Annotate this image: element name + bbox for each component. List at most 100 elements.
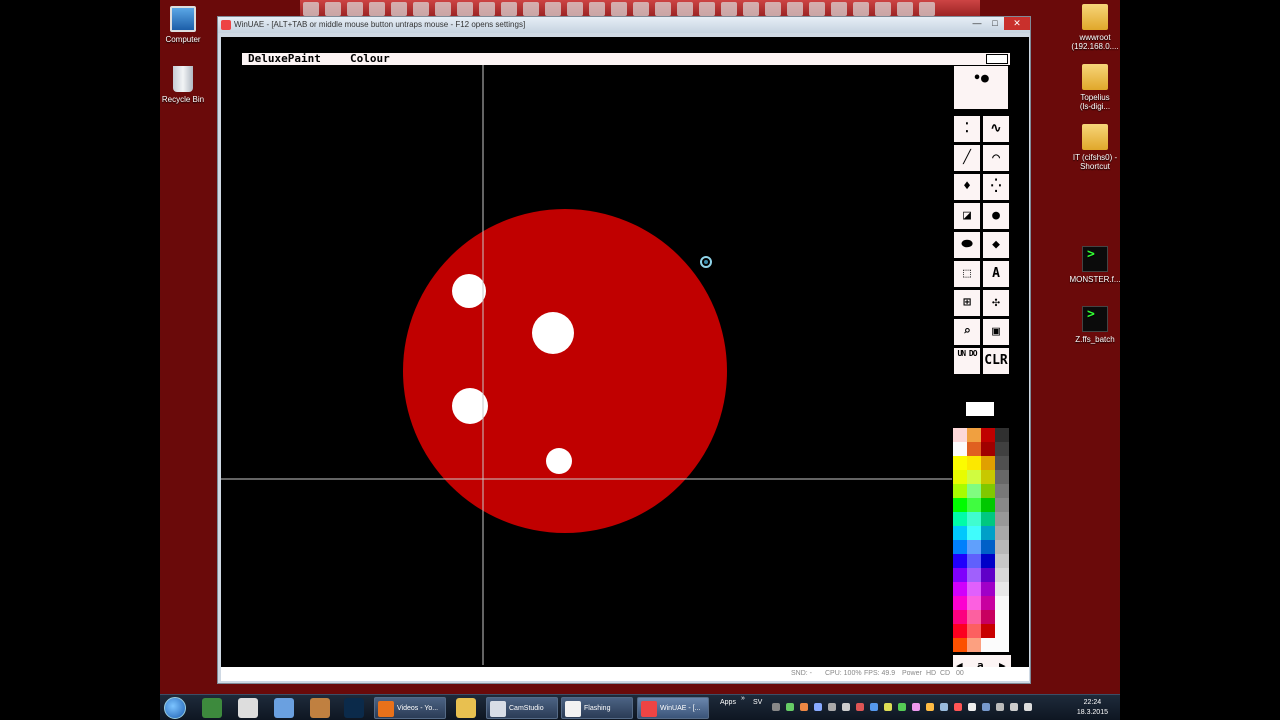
palette-swatch[interactable] [995,442,1009,456]
palette-swatch[interactable] [995,526,1009,540]
palette-swatch[interactable] [953,498,967,512]
desktop-icon-wwwroot[interactable]: wwwroot (192.168.0.... [1060,4,1120,51]
palette-swatch[interactable] [995,596,1009,610]
palette-swatch[interactable] [967,512,981,526]
palette-swatch[interactable] [953,624,967,638]
palette-swatch[interactable] [981,526,995,540]
tool-zoom[interactable]: ▣ [982,318,1010,346]
palette-swatch[interactable] [967,428,981,442]
pinned-app-icon[interactable] [274,698,294,718]
palette-swatch[interactable] [981,512,995,526]
palette-swatch[interactable] [967,582,981,596]
palette-swatch[interactable] [953,596,967,610]
screen-depth-gadget-icon[interactable] [986,54,1008,64]
tray-icon[interactable] [870,703,878,711]
tool-rectangle[interactable]: ◪ [953,202,981,230]
window-titlebar[interactable]: WinUAE - [ALT+TAB or middle mouse button… [218,17,1030,33]
tray-icon[interactable] [814,703,822,711]
tool-symmetry[interactable]: ✣ [982,289,1010,317]
palette-swatch[interactable] [953,456,967,470]
maximize-button[interactable]: □ [986,17,1004,30]
pinned-app-icon[interactable] [202,698,222,718]
tray-icon[interactable] [856,703,864,711]
toolbar-overflow-button[interactable]: » [741,695,745,702]
minimize-button[interactable]: — [968,17,986,30]
tool-text[interactable]: A [982,260,1010,288]
palette-swatch[interactable] [981,624,995,638]
menu-colour[interactable]: Colour [350,53,390,65]
menu-app-title[interactable]: DeluxePaint [248,53,321,65]
palette-swatch[interactable] [967,638,981,652]
apps-toolbar-label[interactable]: Apps [720,699,736,706]
tool-polygon[interactable]: ◆ [982,231,1010,259]
start-button[interactable] [164,697,186,719]
palette-swatch[interactable] [967,526,981,540]
palette-swatch[interactable] [967,484,981,498]
tool-dotted-freehand[interactable]: ⁚ [953,115,981,143]
tool-clear[interactable]: CLR [982,347,1010,375]
palette-swatch[interactable] [981,610,995,624]
palette-swatch[interactable] [953,484,967,498]
palette-swatch[interactable] [995,428,1009,442]
pinned-app-icon[interactable] [310,698,330,718]
palette-swatch[interactable] [995,498,1009,512]
desktop-icon-ffs-batch[interactable]: > Z.ffs_batch [1060,306,1120,344]
tray-icon[interactable] [912,703,920,711]
network-icon[interactable] [1024,703,1032,711]
drawing-canvas[interactable] [221,65,952,665]
tray-icon[interactable] [954,703,962,711]
language-indicator[interactable]: SV [753,699,762,706]
palette-swatch[interactable] [995,470,1009,484]
palette-swatch[interactable] [953,470,967,484]
dpaint-menubar[interactable]: DeluxePaint Colour [242,53,1010,65]
amiga-screen[interactable]: DeluxePaint Colour •● ⁚ ∿ ╱ ⌒ ♦ ⁛ ◪ ● ⬬ ◆ ⬚ A ⊞ ✣ ⌕ ▣ UN … [221,37,1029,679]
tool-brush-sizes[interactable]: •● [953,65,1009,110]
palette-swatch[interactable] [953,568,967,582]
palette-swatch[interactable] [981,554,995,568]
palette-swatch[interactable] [981,470,995,484]
palette-swatch[interactable] [981,638,995,652]
palette-swatch[interactable] [995,456,1009,470]
palette-swatch[interactable] [953,526,967,540]
palette-swatch[interactable] [995,624,1009,638]
palette-swatch[interactable] [981,442,995,456]
palette-swatch[interactable] [967,624,981,638]
close-button[interactable]: ✕ [1004,17,1030,30]
volume-icon[interactable] [1010,703,1018,711]
palette-swatch[interactable] [953,442,967,456]
tray-icon[interactable] [968,703,976,711]
palette-swatch[interactable] [995,568,1009,582]
desktop-icon-monster[interactable]: > MONSTER.f... [1060,246,1120,284]
tray-icon[interactable] [926,703,934,711]
tool-curve[interactable]: ⌒ [982,144,1010,172]
palette-swatch[interactable] [953,554,967,568]
palette-swatch[interactable] [981,540,995,554]
file-explorer-icon[interactable] [456,698,476,718]
desktop-icon-computer[interactable]: Computer [160,6,218,44]
palette-swatch[interactable] [995,484,1009,498]
palette-swatch[interactable] [967,442,981,456]
tool-airbrush[interactable]: ⁛ [982,173,1010,201]
tool-brush-select[interactable]: ⬚ [953,260,981,288]
desktop-icon-recycle-bin[interactable]: Recycle Bin [160,66,218,104]
palette-swatch[interactable] [953,428,967,442]
palette-swatch[interactable] [953,540,967,554]
tray-icon[interactable] [898,703,906,711]
desktop-icon-topelius[interactable]: Topelius (ls-digi... [1060,64,1120,111]
palette-swatch[interactable] [995,610,1009,624]
pinned-app-icon[interactable] [238,698,258,718]
palette-swatch[interactable] [995,638,1009,652]
tool-fill[interactable]: ♦ [953,173,981,201]
palette-swatch[interactable] [967,610,981,624]
tool-magnify[interactable]: ⌕ [953,318,981,346]
taskbar-clock[interactable]: 22:24 18.3.2015 [1077,698,1108,718]
task-videos[interactable]: Videos - Yo... [374,697,446,719]
tool-continuous-freehand[interactable]: ∿ [982,115,1010,143]
palette-swatch[interactable] [995,582,1009,596]
palette-swatch[interactable] [981,484,995,498]
tray-icon[interactable] [982,703,990,711]
task-flashing[interactable]: Flashing [561,697,633,719]
photoshop-icon[interactable] [344,698,364,718]
tray-icon[interactable] [842,703,850,711]
palette-swatch[interactable] [953,512,967,526]
